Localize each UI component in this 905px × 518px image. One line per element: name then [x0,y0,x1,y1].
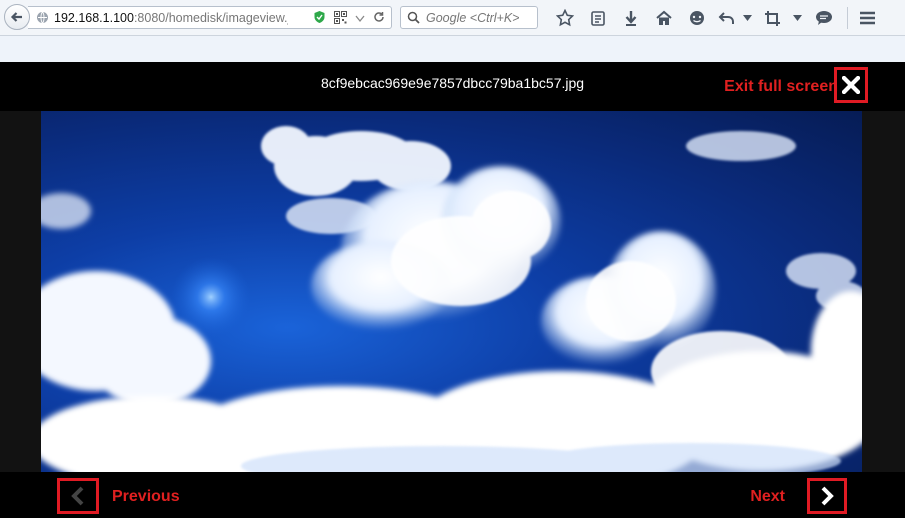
undo-icon[interactable] [713,7,739,29]
menu-icon[interactable] [852,7,882,29]
chevron-down-icon[interactable] [789,7,805,29]
search-input[interactable]: Google <Ctrl+K> [400,6,538,29]
shield-icon[interactable] [313,10,326,27]
reading-list-icon[interactable] [581,7,614,29]
previous-button[interactable] [57,478,99,514]
download-icon[interactable] [614,7,647,29]
globe-icon [36,11,49,24]
exit-fullscreen-label[interactable]: Exit full screen [724,78,838,96]
dropdown-icon[interactable] [355,12,365,26]
url-path: :8080/homedisk/imageview.jsp [133,10,288,25]
crop-icon[interactable] [755,7,789,29]
reload-icon[interactable] [373,11,385,26]
viewer-header: 8cf9ebcac969e9e7857dbcc79ba1bc57.jpg Exi… [0,62,905,111]
back-button[interactable] [4,4,30,30]
chevron-right-icon [821,486,834,506]
chat-icon[interactable] [680,7,713,29]
url-bar[interactable]: 192.168.1.100:8080/homedisk/imageview.js… [28,6,392,29]
qr-code-icon[interactable] [334,10,347,27]
url-host: 192.168.1.100 [54,10,134,25]
back-icon [10,12,22,22]
browser-content-gap [0,36,905,62]
chevron-left-icon [71,486,84,506]
close-icon [842,76,860,94]
speech-bubble-icon[interactable] [805,7,843,29]
browser-toolbar: 192.168.1.100:8080/homedisk/imageview.js… [0,0,905,36]
next-button[interactable] [807,478,847,514]
image-viewer: 8cf9ebcac969e9e7857dbcc79ba1bc57.jpg Exi… [0,62,905,518]
exit-fullscreen-button[interactable] [834,67,868,103]
search-icon [407,11,420,24]
next-label[interactable]: Next [750,488,785,506]
viewer-footer: Previous Next [0,472,905,518]
previous-label[interactable]: Previous [112,488,180,506]
toolbar-separator [847,7,848,29]
home-icon[interactable] [647,7,680,29]
bookmark-star-icon[interactable] [548,7,581,29]
search-placeholder: Google <Ctrl+K> [426,10,520,25]
chevron-down-icon[interactable] [739,7,755,29]
sky-clouds-image [41,111,862,472]
